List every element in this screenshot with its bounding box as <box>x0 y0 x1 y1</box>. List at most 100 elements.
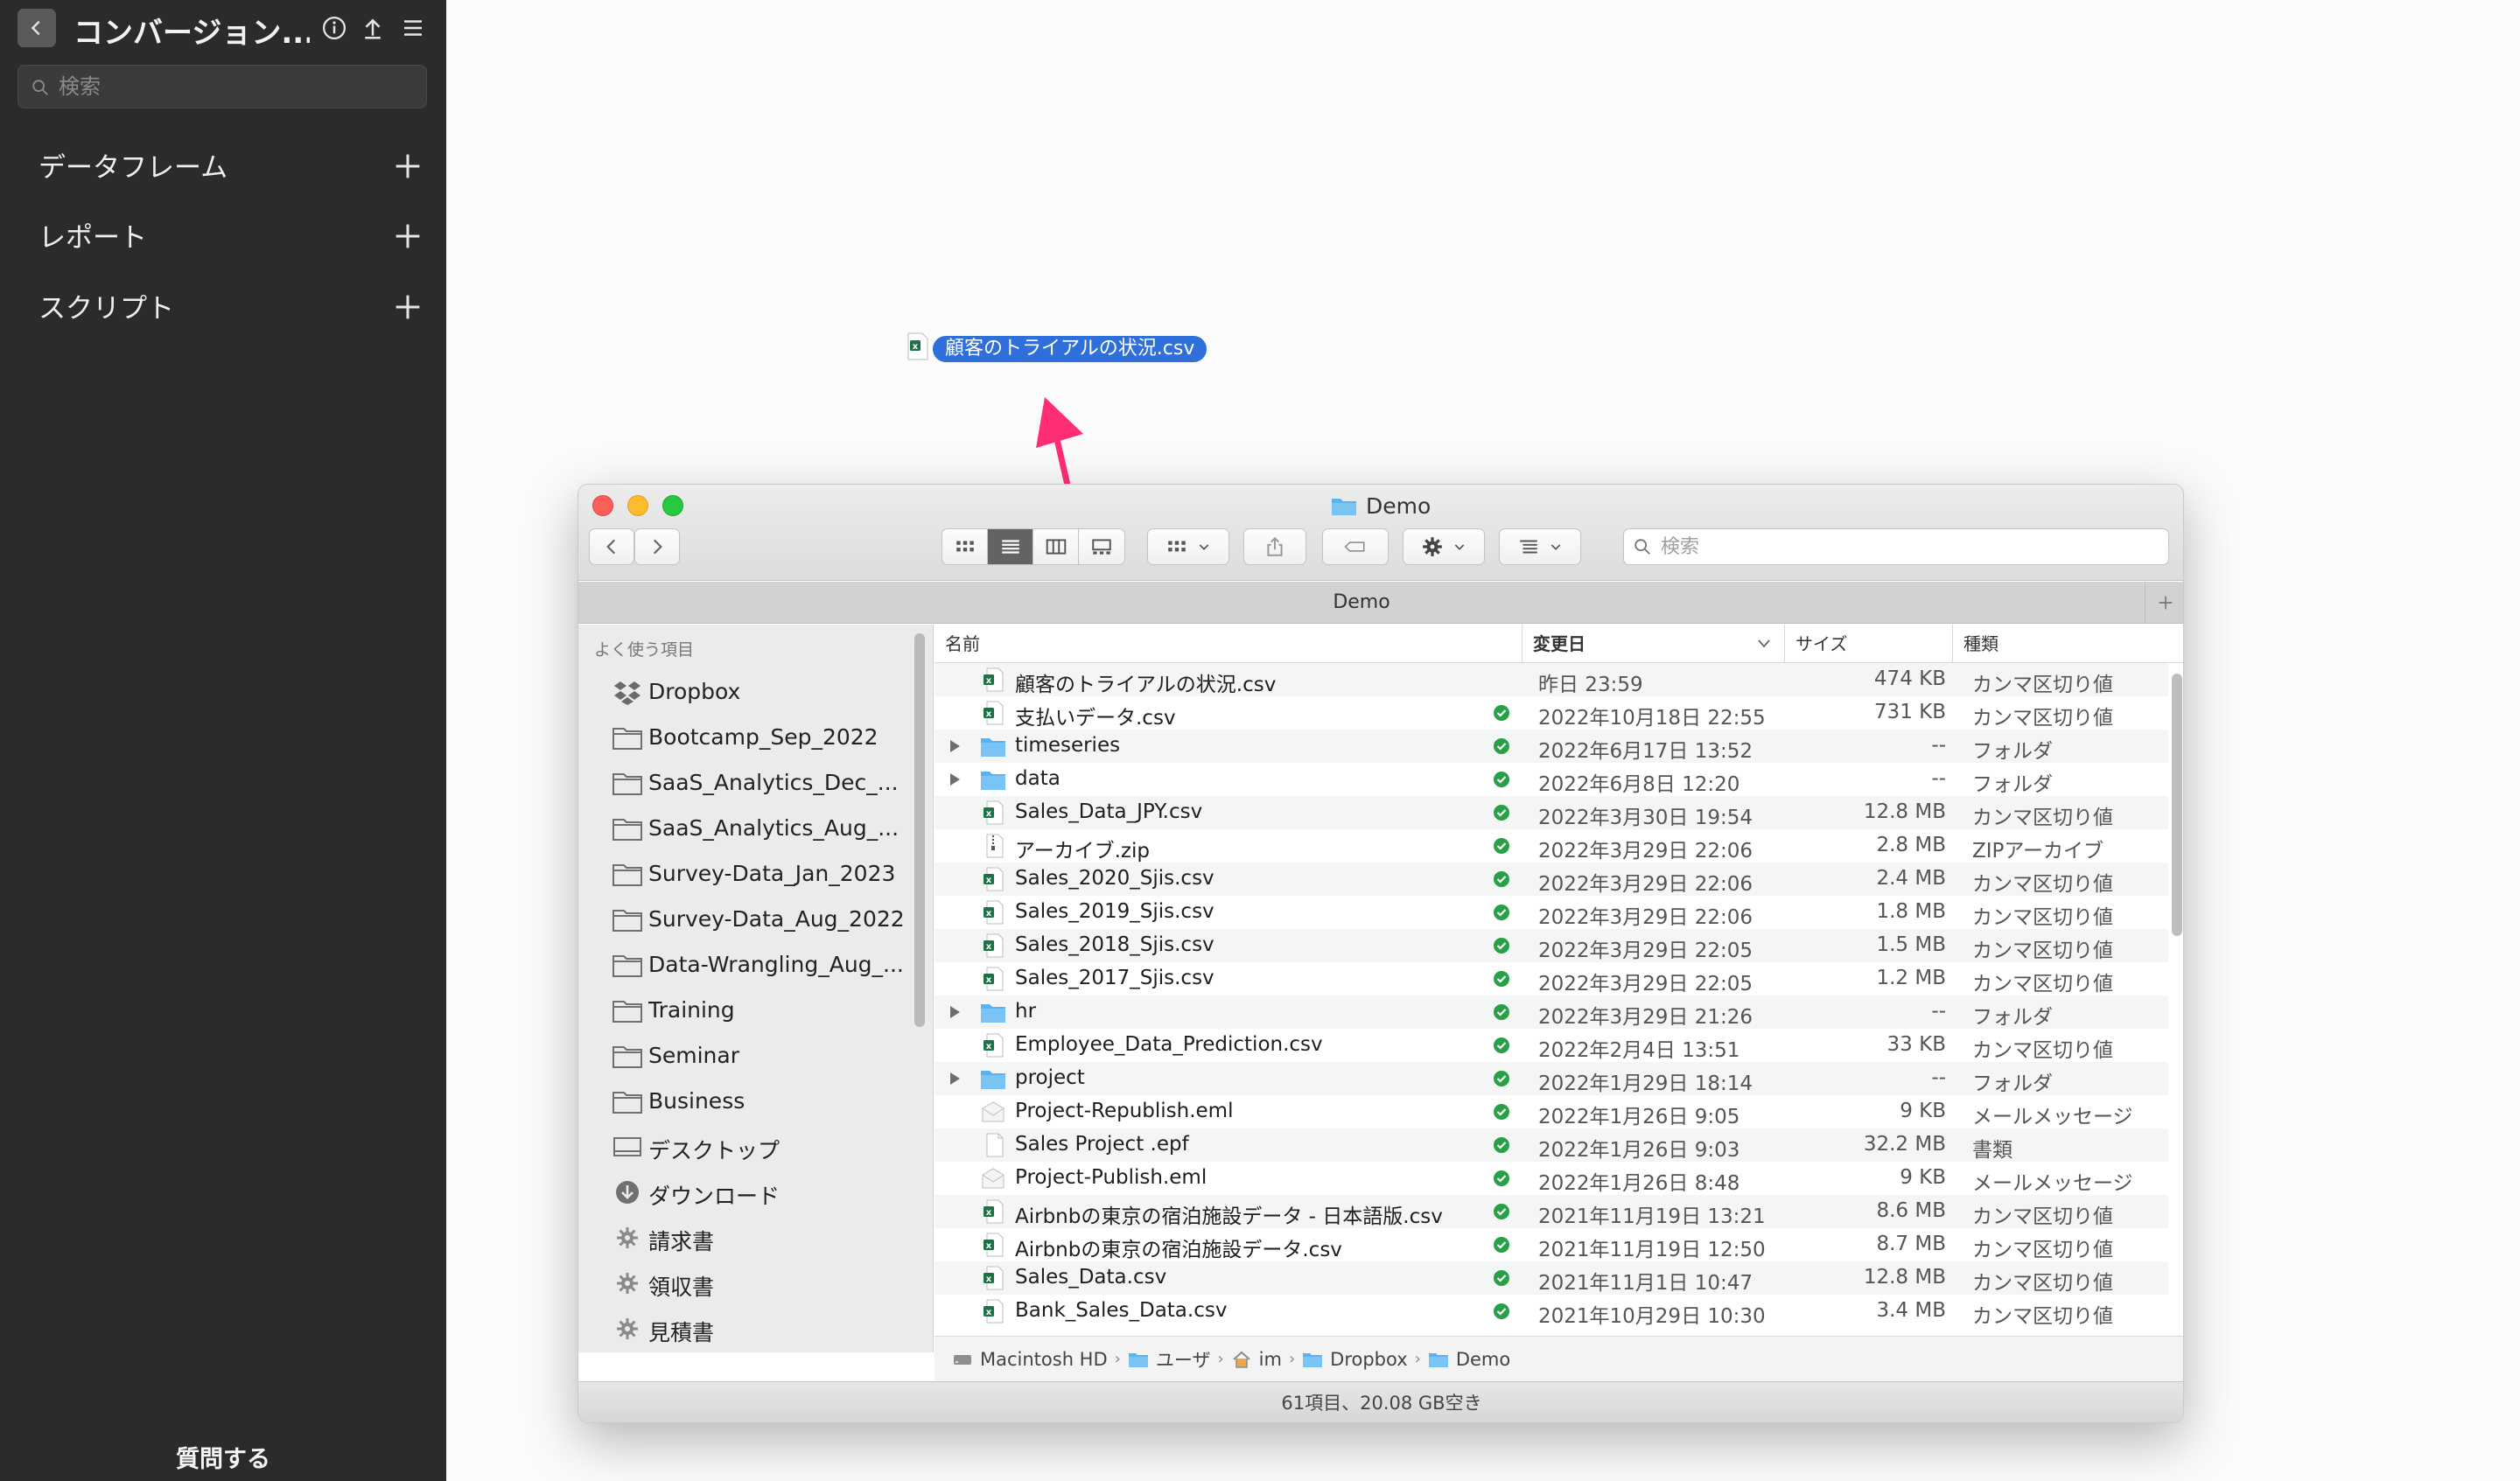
gear-icon <box>612 1225 643 1251</box>
file-size: 12.8 MB <box>1863 800 1946 823</box>
file-row[interactable]: x Sales_2019_Sjis.csv 2022年3月29日 22:06 1.8 … <box>934 896 2168 929</box>
sidebar-favorite-item[interactable]: Seminar <box>578 1034 920 1078</box>
sidebar-favorite-item[interactable]: Bootcamp_Sep_2022 <box>578 716 920 759</box>
back-nav-button[interactable] <box>589 528 634 565</box>
window-title: Demo <box>1331 490 1431 521</box>
forward-nav-button[interactable] <box>634 528 680 565</box>
section-dataframe[interactable]: データフレーム <box>0 133 446 194</box>
list-view-button[interactable] <box>988 529 1033 564</box>
file-row[interactable]: Sales Project .epf 2022年1月26日 9:03 32.2 MB… <box>934 1128 2168 1162</box>
file-row[interactable]: x Airbnbの東京の宿泊施設データ.csv 2021年11月19日 12:50 8… <box>934 1228 2168 1261</box>
file-row[interactable]: アーカイブ.zip 2022年3月29日 22:06 2.8 MB ZIPアーカイブ <box>934 829 2168 863</box>
info-button[interactable] <box>318 12 350 44</box>
csv-file-icon[interactable]: x <box>906 332 929 360</box>
gallery-view-button[interactable] <box>1079 529 1124 564</box>
path-item[interactable]: ユーザ <box>1128 1346 1210 1373</box>
file-name: project <box>1015 1066 1085 1089</box>
sidebar-favorite-item[interactable]: Survey-Data_Jan_2023 <box>578 852 920 896</box>
file-row[interactable]: x 顧客のトライアルの状況.csv 昨日 23:59 474 KB カンマ区切り値 <box>934 663 2168 696</box>
file-row[interactable]: Project-Publish.eml 2022年1月26日 8:48 9 KB メー… <box>934 1162 2168 1195</box>
sidebar-favorite-item[interactable]: Business <box>578 1079 920 1123</box>
new-tab-button[interactable] <box>2145 582 2183 624</box>
ask-question-button[interactable]: 質問する <box>131 1440 315 1478</box>
app-search-input[interactable] <box>59 71 409 102</box>
window-close-button[interactable] <box>592 495 613 516</box>
icon-view-button[interactable] <box>942 529 988 564</box>
column-kind-header[interactable]: 種類 <box>1953 625 2163 663</box>
share-toolbar-button[interactable] <box>1243 528 1306 565</box>
csv-file-icon: x <box>980 800 1006 825</box>
file-row[interactable]: x Sales_2020_Sjis.csv 2022年3月29日 22:06 2.4 … <box>934 863 2168 896</box>
tag-button[interactable] <box>1322 528 1389 565</box>
sidebar-favorite-item[interactable]: SaaS_Analytics_Aug_... <box>578 807 920 850</box>
file-list-scrollbar[interactable] <box>2172 674 2182 936</box>
file-row[interactable]: x Sales_Data.csv 2021年11月1日 10:47 12.8 MB カン… <box>934 1261 2168 1295</box>
file-row[interactable]: x Employee_Data_Prediction.csv 2022年2月4日 1… <box>934 1029 2168 1062</box>
add-report-icon[interactable] <box>390 219 425 254</box>
path-item[interactable]: Demo <box>1428 1349 1510 1370</box>
disclosure-triangle-icon[interactable] <box>947 772 962 787</box>
file-size: 2.4 MB <box>1876 867 1946 890</box>
sidebar-scrollbar[interactable] <box>914 633 925 1027</box>
column-size-header[interactable]: サイズ <box>1785 625 1953 663</box>
dragged-file-label[interactable]: 顧客のトライアルの状況.csv <box>933 336 1208 362</box>
file-name: Sales_2020_Sjis.csv <box>1015 867 1214 890</box>
file-row[interactable]: hr 2022年3月29日 21:26 -- フォルダ <box>934 995 2168 1029</box>
back-button[interactable] <box>18 9 56 47</box>
file-date: 2022年3月29日 22:05 <box>1538 973 1754 995</box>
sidebar-favorite-item[interactable]: Training <box>578 988 920 1032</box>
action-menu-button[interactable] <box>1403 528 1485 565</box>
path-bar: Macintosh HD › ユーザ › im › Dropbox › Demo <box>934 1336 2183 1381</box>
svg-text:x: x <box>986 709 992 719</box>
sidebar-favorite-item[interactable]: 領収書 <box>578 1261 920 1305</box>
path-separator: › <box>1114 1350 1121 1368</box>
search-icon <box>32 80 48 95</box>
column-date-header[interactable]: 変更日 <box>1522 625 1785 663</box>
file-size: 731 KB <box>1873 701 1946 723</box>
file-row[interactable]: x 支払いデータ.csv 2022年10月18日 22:55 731 KB カンマ区切り… <box>934 696 2168 730</box>
disclosure-triangle-icon[interactable] <box>947 1071 962 1086</box>
window-minimize-button[interactable] <box>627 495 648 516</box>
window-maximize-button[interactable] <box>662 495 683 516</box>
sidebar-favorite-item[interactable]: Data-Wrangling_Aug_... <box>578 943 920 987</box>
file-row[interactable]: timeseries 2022年6月17日 13:52 -- フォルダ <box>934 730 2168 763</box>
sidebar-favorite-item[interactable]: Survey-Data_Aug_2022 <box>578 898 920 941</box>
menu-button[interactable] <box>397 12 429 44</box>
tab-demo[interactable]: Demo <box>578 582 2145 624</box>
sidebar-favorite-item[interactable]: SaaS_Analytics_Dec_... <box>578 761 920 805</box>
arrange-menu-button[interactable] <box>1499 528 1581 565</box>
file-date: 2022年1月26日 9:05 <box>1538 1106 1740 1128</box>
sync-check-icon <box>1494 838 1509 854</box>
column-name-header[interactable]: 名前 <box>934 625 1522 663</box>
share-button[interactable] <box>357 12 388 44</box>
path-item[interactable]: Macintosh HD <box>952 1349 1108 1370</box>
sidebar-favorite-item[interactable]: 請求書 <box>578 1216 920 1260</box>
column-view-button[interactable] <box>1033 529 1079 564</box>
path-item[interactable]: im <box>1231 1349 1282 1370</box>
file-row[interactable]: x Sales_2018_Sjis.csv 2022年3月29日 22:05 1.5 … <box>934 929 2168 962</box>
group-by-button[interactable] <box>1147 528 1229 565</box>
download-icon <box>612 1179 643 1205</box>
file-row[interactable]: data 2022年6月8日 12:20 -- フォルダ <box>934 763 2168 796</box>
sidebar-favorite-item[interactable]: 見積書 <box>578 1307 920 1351</box>
sidebar-favorite-item[interactable]: ダウンロード <box>578 1170 920 1214</box>
file-row[interactable]: x Sales_2017_Sjis.csv 2022年3月29日 22:05 1.2 … <box>934 962 2168 995</box>
disclosure-triangle-icon[interactable] <box>947 738 962 754</box>
path-item[interactable]: Dropbox <box>1302 1349 1408 1370</box>
add-dataframe-icon[interactable] <box>390 149 425 184</box>
file-date: 昨日 23:59 <box>1538 674 1643 696</box>
file-row[interactable]: project 2022年1月29日 18:14 -- フォルダ <box>934 1062 2168 1095</box>
file-row[interactable]: Project-Republish.eml 2022年1月26日 9:05 9 KB… <box>934 1095 2168 1128</box>
sidebar-favorite-label: Training <box>648 997 735 1023</box>
sidebar-favorite-item[interactable]: Dropbox <box>578 670 920 714</box>
add-script-icon[interactable] <box>390 290 425 325</box>
section-script[interactable]: スクリプト <box>0 274 446 335</box>
file-row[interactable]: x Bank_Sales_Data.csv 2021年10月29日 10:30 3.4… <box>934 1295 2168 1328</box>
finder-search-input[interactable] <box>1661 533 2151 561</box>
file-row[interactable]: x Airbnbの東京の宿泊施設データ - 日本語版.csv 2021年11月19日… <box>934 1195 2168 1228</box>
status-bar: 61項目、20.08 GB空き <box>578 1381 2183 1422</box>
disclosure-triangle-icon[interactable] <box>947 1004 962 1020</box>
file-row[interactable]: x Sales_Data_JPY.csv 2022年3月30日 19:54 12.8 … <box>934 796 2168 829</box>
sidebar-favorite-item[interactable]: デスクトップ <box>578 1125 920 1169</box>
section-report[interactable]: レポート <box>0 203 446 264</box>
